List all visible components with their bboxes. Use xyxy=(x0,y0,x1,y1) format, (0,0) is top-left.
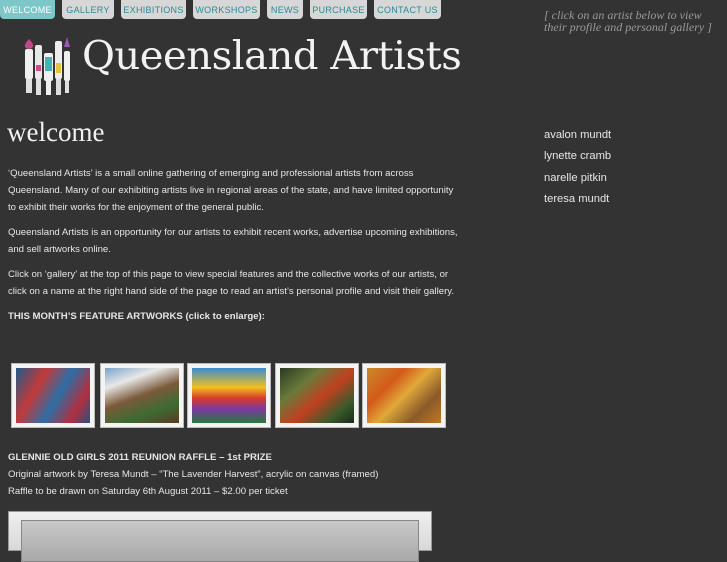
nav-tab-contact-us[interactable]: CONTACT US xyxy=(374,0,441,19)
artwork-thumbnail[interactable] xyxy=(275,363,359,428)
nav-tab-purchase[interactable]: PURCHASE xyxy=(310,0,367,19)
artist-link[interactable]: narelle pitkin xyxy=(544,169,611,190)
artist-list: avalon mundt lynette cramb narelle pitki… xyxy=(544,126,611,212)
intro-text: ‘Queensland Artists’ is a small online g… xyxy=(8,165,460,333)
artwork-thumbnail[interactable] xyxy=(187,363,271,428)
nav-tab-exhibitions[interactable]: EXHIBITIONS xyxy=(121,0,186,19)
site-title: Queensland Artists xyxy=(82,34,462,79)
raffle-artwork-image xyxy=(8,511,432,562)
logo-icon xyxy=(24,37,70,95)
page-heading: welcome xyxy=(7,117,105,147)
nav-tab-workshops[interactable]: WORKSHOPS xyxy=(193,0,260,19)
artist-link[interactable]: avalon mundt xyxy=(544,126,611,147)
artwork-thumbnail[interactable] xyxy=(362,363,446,428)
intro-paragraph: ‘Queensland Artists’ is a small online g… xyxy=(8,168,454,213)
intro-paragraph: Queensland Artists is an opportunity for… xyxy=(8,227,458,255)
raffle-section: GLENNIE OLD GIRLS 2011 REUNION RAFFLE – … xyxy=(8,449,468,500)
artwork-thumbnail[interactable] xyxy=(100,363,184,428)
raffle-description: Original artwork by Teresa Mundt – “The … xyxy=(8,469,379,480)
artist-hint: [ click on an artist below to view their… xyxy=(544,8,712,34)
nav-tab-gallery[interactable]: GALLERY xyxy=(62,0,114,19)
nav-tab-news[interactable]: NEWS xyxy=(267,0,303,19)
nav-tab-welcome[interactable]: WELCOME xyxy=(0,0,55,19)
intro-paragraph: Click on ‘gallery’ at the top of this pa… xyxy=(8,269,455,297)
raffle-details: Raffle to be drawn on Saturday 6th Augus… xyxy=(8,486,288,497)
artist-link[interactable]: teresa mundt xyxy=(544,190,611,211)
raffle-title: GLENNIE OLD GIRLS 2011 REUNION RAFFLE – … xyxy=(8,452,272,463)
artwork-thumbnail[interactable] xyxy=(11,363,95,428)
feature-heading: THIS MONTH’S FEATURE ARTWORKS (click to … xyxy=(8,311,265,322)
artist-link[interactable]: lynette cramb xyxy=(544,147,611,168)
